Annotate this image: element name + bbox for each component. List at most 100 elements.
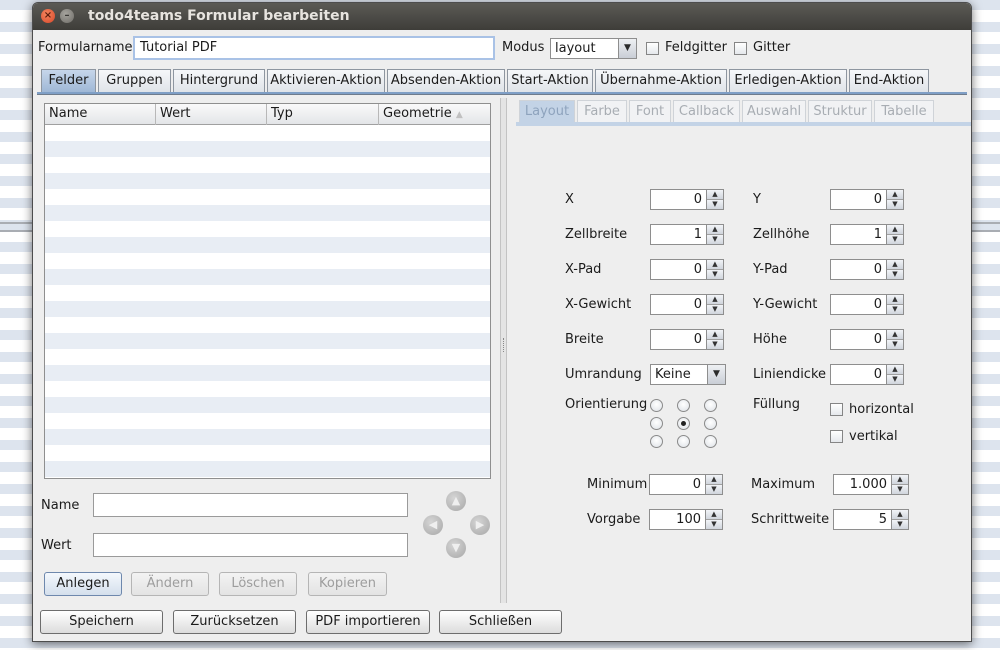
spinner-arrows-icon[interactable]: ▲ ▼ bbox=[886, 365, 903, 384]
minimum-spinner[interactable]: 0 ▲ ▼ bbox=[649, 474, 723, 495]
table-rows[interactable] bbox=[45, 125, 490, 478]
column-wert[interactable]: Wert bbox=[156, 104, 267, 125]
spinner-arrows-icon[interactable]: ▲ ▼ bbox=[706, 260, 723, 279]
tab-gruppen[interactable]: Gruppen bbox=[98, 69, 171, 93]
subtab-tabelle[interactable]: Tabelle bbox=[874, 100, 934, 122]
spinner-arrows-icon[interactable]: ▲ ▼ bbox=[886, 295, 903, 314]
x-spinner[interactable]: 0 ▲ ▼ bbox=[650, 189, 724, 210]
orientation-radio-left[interactable] bbox=[650, 417, 663, 430]
schrittweite-spinner[interactable]: 5 ▲ ▼ bbox=[833, 509, 909, 530]
maximum-spinner[interactable]: 1.000 ▲ ▼ bbox=[833, 474, 909, 495]
liniendicke-spinner[interactable]: 0 ▲ ▼ bbox=[830, 364, 904, 385]
close-window-icon[interactable]: × bbox=[41, 9, 55, 23]
xpad-spinner[interactable]: 0 ▲ ▼ bbox=[650, 259, 724, 280]
window-title: todo4teams Formular bearbeiten bbox=[88, 8, 350, 24]
pdf-importieren-button[interactable]: PDF importieren bbox=[306, 610, 430, 634]
spinner-arrows-icon[interactable]: ▲ ▼ bbox=[891, 475, 908, 494]
anlegen-button[interactable]: Anlegen bbox=[44, 572, 122, 596]
spinner-arrows-icon[interactable]: ▲ ▼ bbox=[706, 295, 723, 314]
gitter-label: Gitter bbox=[753, 40, 791, 55]
orientation-radio-bottom-left[interactable] bbox=[650, 435, 663, 448]
zellbreite-value: 1 bbox=[693, 227, 702, 242]
fields-table[interactable]: Name Wert Typ Geometrie ▲ bbox=[44, 103, 491, 479]
tab-start-aktion[interactable]: Start-Aktion bbox=[507, 69, 593, 93]
spinner-arrows-icon[interactable]: ▲ ▼ bbox=[705, 475, 722, 494]
minimize-window-icon[interactable]: – bbox=[60, 9, 74, 23]
subtab-farbe[interactable]: Farbe bbox=[577, 100, 627, 122]
maximum-value: 1.000 bbox=[849, 477, 887, 492]
breite-spinner[interactable]: 0 ▲ ▼ bbox=[650, 329, 724, 350]
ygewicht-value: 0 bbox=[873, 297, 882, 312]
xgewicht-spinner[interactable]: 0 ▲ ▼ bbox=[650, 294, 724, 315]
y-value: 0 bbox=[873, 192, 882, 207]
wert-input[interactable] bbox=[93, 533, 408, 557]
orientation-radio-top-right[interactable] bbox=[704, 399, 717, 412]
loeschen-button[interactable]: Löschen bbox=[219, 572, 297, 596]
spinner-arrows-icon[interactable]: ▲ ▼ bbox=[886, 260, 903, 279]
subtab-auswahl[interactable]: Auswahl bbox=[742, 100, 806, 122]
liniendicke-value: 0 bbox=[873, 367, 882, 382]
umrandung-value: Keine bbox=[655, 367, 691, 382]
name-input[interactable] bbox=[93, 493, 408, 517]
spinner-arrows-icon[interactable]: ▲ ▼ bbox=[706, 330, 723, 349]
orientation-radio-bottom[interactable] bbox=[677, 435, 690, 448]
arrow-down-icon[interactable]: ▼ bbox=[446, 538, 466, 558]
umrandung-select[interactable]: Keine ▼ bbox=[650, 364, 726, 385]
spinner-arrows-icon[interactable]: ▲ ▼ bbox=[886, 190, 903, 209]
ygewicht-spinner[interactable]: 0 ▲ ▼ bbox=[830, 294, 904, 315]
zuruecksetzen-button[interactable]: Zurücksetzen bbox=[173, 610, 296, 634]
spinner-arrows-icon[interactable]: ▲ ▼ bbox=[891, 510, 908, 529]
spinner-arrows-icon[interactable]: ▲ ▼ bbox=[706, 190, 723, 209]
feldgitter-label: Feldgitter bbox=[665, 40, 728, 55]
hoehe-spinner[interactable]: 0 ▲ ▼ bbox=[830, 329, 904, 350]
column-geometrie[interactable]: Geometrie ▲ bbox=[379, 104, 490, 125]
vorgabe-label: Vorgabe bbox=[587, 512, 641, 527]
zellhoehe-spinner[interactable]: 1 ▲ ▼ bbox=[830, 224, 904, 245]
arrow-left-icon[interactable]: ◀ bbox=[423, 515, 443, 535]
schliessen-button[interactable]: Schließen bbox=[439, 610, 562, 634]
ypad-spinner[interactable]: 0 ▲ ▼ bbox=[830, 259, 904, 280]
orientation-radio-right[interactable] bbox=[704, 417, 717, 430]
spinner-arrows-icon[interactable]: ▲ ▼ bbox=[705, 510, 722, 529]
aendern-button[interactable]: Ändern bbox=[131, 572, 209, 596]
subtab-callback[interactable]: Callback bbox=[673, 100, 740, 122]
tab-absenden-aktion[interactable]: Absenden-Aktion bbox=[387, 69, 505, 93]
orientation-radio-bottom-right[interactable] bbox=[704, 435, 717, 448]
spinner-arrows-icon[interactable]: ▲ ▼ bbox=[886, 330, 903, 349]
title-bar[interactable]: × – todo4teams Formular bearbeiten bbox=[33, 3, 971, 30]
feldgitter-checkbox[interactable] bbox=[646, 42, 659, 55]
spinner-arrows-icon[interactable]: ▲ ▼ bbox=[886, 225, 903, 244]
ygewicht-label: Y-Gewicht bbox=[753, 297, 818, 312]
schrittweite-label: Schrittweite bbox=[751, 512, 830, 527]
tab-erledigen-aktion[interactable]: Erledigen-Aktion bbox=[729, 69, 847, 93]
orientation-radio-top[interactable] bbox=[677, 399, 690, 412]
subtab-font[interactable]: Font bbox=[629, 100, 671, 122]
modus-select[interactable]: layout ▼ bbox=[550, 38, 637, 59]
split-pane-divider[interactable] bbox=[500, 98, 507, 603]
formname-input[interactable]: Tutorial PDF bbox=[133, 36, 495, 60]
subtab-layout[interactable]: Layout bbox=[519, 100, 575, 122]
formname-label: Formularname bbox=[38, 40, 133, 55]
kopieren-button[interactable]: Kopieren bbox=[308, 572, 387, 596]
horizontal-checkbox[interactable] bbox=[830, 403, 843, 416]
tab-felder[interactable]: Felder bbox=[41, 69, 96, 93]
orientation-radio-top-left[interactable] bbox=[650, 399, 663, 412]
column-name[interactable]: Name bbox=[45, 104, 156, 125]
tab-hintergrund[interactable]: Hintergrund bbox=[173, 69, 265, 93]
zellbreite-spinner[interactable]: 1 ▲ ▼ bbox=[650, 224, 724, 245]
tab-aktivieren-aktion[interactable]: Aktivieren-Aktion bbox=[267, 69, 385, 93]
tab-end-aktion[interactable]: End-Aktion bbox=[849, 69, 929, 93]
arrow-up-icon[interactable]: ▲ bbox=[446, 491, 466, 511]
vorgabe-spinner[interactable]: 100 ▲ ▼ bbox=[649, 509, 723, 530]
arrow-right-icon[interactable]: ▶ bbox=[470, 515, 490, 535]
vertikal-checkbox[interactable] bbox=[830, 430, 843, 443]
speichern-button[interactable]: Speichern bbox=[40, 610, 163, 634]
subtab-struktur[interactable]: Struktur bbox=[808, 100, 872, 122]
tab-uebernahme-aktion[interactable]: Übernahme-Aktion bbox=[595, 69, 727, 93]
spinner-arrows-icon[interactable]: ▲ ▼ bbox=[706, 225, 723, 244]
y-spinner[interactable]: 0 ▲ ▼ bbox=[830, 189, 904, 210]
column-typ[interactable]: Typ bbox=[267, 104, 379, 125]
xgewicht-value: 0 bbox=[693, 297, 702, 312]
orientation-radio-center[interactable] bbox=[677, 417, 690, 430]
gitter-checkbox[interactable] bbox=[734, 42, 747, 55]
